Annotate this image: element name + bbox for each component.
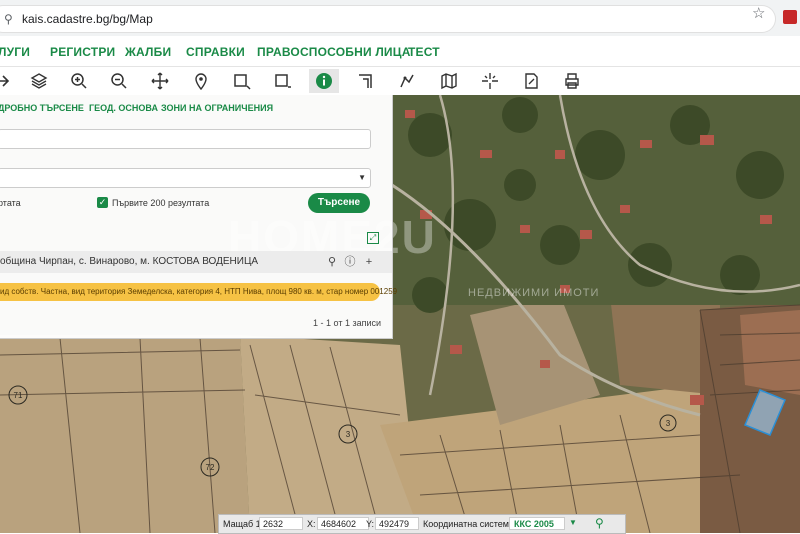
result-row-text: ид собств. Частна, вид територия Земедел… [0,287,398,296]
site-info-icon[interactable]: ⚲ [4,12,13,26]
result-header: община Чирпан, с. Винарово, м. КОСТОВА В… [0,251,392,273]
search-select[interactable]: ▼ [0,168,371,188]
map-toolbar [0,67,800,96]
crs-select[interactable]: ККС 2005 [509,517,565,530]
x-label: X: [307,519,316,529]
tab-restriction-zones[interactable]: ЗОНИ НА ОГРАНИЧЕНИЯ [161,103,273,113]
first200-checkbox[interactable]: ✓ [97,197,108,208]
browser-bar: ⚲ kais.cadastre.bg/bg/Map ☆ [0,0,800,37]
search-input[interactable] [0,129,371,149]
tab-geod-basis[interactable]: ГЕОД. ОСНОВА [89,103,158,113]
chevron-down-icon[interactable]: ▼ [569,518,577,527]
map-label: 72 [206,463,215,472]
tab-detailed-search[interactable]: ДРОБНО ТЪРСЕНЕ [0,103,84,113]
menu-item-uslugi[interactable]: ЛУГИ [0,45,30,59]
angle-icon[interactable] [351,69,381,93]
scale-label: Мащаб 1: [223,519,264,529]
menu-item-spravki[interactable]: СПРАВКИ [186,45,245,59]
arrow-icon[interactable] [0,69,16,93]
pan-icon[interactable] [145,69,175,93]
address-bar[interactable]: ⚲ kais.cadastre.bg/bg/Map [0,6,775,32]
menu-item-test[interactable]: ТЕСТ [408,45,440,59]
map-label: 3 [346,430,351,439]
y-coord: 492479 [375,517,419,530]
cross-icon[interactable] [475,69,505,93]
menu-item-registri[interactable]: РЕГИСТРИ [50,45,115,59]
y-label: Y: [366,519,375,529]
zoom-in-icon[interactable] [64,69,94,93]
results-label: ртата [0,198,21,208]
main-menu: ЛУГИ РЕГИСТРИ ЖАЛБИ СПРАВКИ ПРАВОСПОСОБН… [0,36,800,67]
result-row[interactable]: ид собств. Частна, вид територия Земедел… [0,283,397,301]
measure-rect-icon[interactable] [268,69,298,93]
print-icon[interactable] [557,69,587,93]
expand-icon[interactable]: ⤢ [367,232,379,244]
status-bar: Мащаб 1: 2632 X: 4684602 Y: 492479 Коорд… [218,514,626,534]
zoom-out-icon[interactable] [104,69,134,93]
url-text[interactable]: kais.cadastre.bg/bg/Map [22,12,153,26]
plus-icon[interactable]: + [362,255,376,269]
search-panel: ДРОБНО ТЪРСЕНЕ ГЕОД. ОСНОВА ЗОНИ НА ОГРА… [0,95,397,339]
bookmark-star-icon[interactable]: ☆ [752,4,765,22]
menu-item-pravosposobni-lica[interactable]: ПРАВОСПОСОБНИ ЛИЦА [257,45,411,59]
pin-icon[interactable] [186,69,216,93]
edit-icon[interactable] [516,69,546,93]
draw-icon[interactable] [392,69,422,93]
scale-input[interactable]: 2632 [259,517,303,530]
search-button[interactable]: Търсене [308,193,370,213]
search-icon[interactable]: ⚲ [595,516,604,530]
info-icon[interactable] [309,69,339,93]
watermark-subtitle: НЕДВИЖИМИ ИМОТИ [468,287,600,299]
search-icon[interactable]: ⚲ [325,255,339,269]
chevron-down-icon[interactable]: ▼ [358,173,366,182]
layers-icon[interactable] [24,69,54,93]
map-label: 3 [666,419,671,428]
map-icon[interactable] [434,69,464,93]
pager: 1 - 1 от 1 записи [313,318,382,328]
crs-label: Координатна система: [423,519,517,529]
info-circle-icon[interactable]: ⓘ [343,255,357,269]
select-rect-icon[interactable] [227,69,257,93]
menu-item-zhalbi[interactable]: ЖАЛБИ [125,45,171,59]
first200-label: Първите 200 резултата [112,198,210,208]
x-coord: 4684602 [317,517,369,530]
map-label: 71 [14,391,23,400]
result-location: община Чирпан, с. Винарово, м. КОСТОВА В… [0,256,259,267]
extension-icon[interactable] [783,10,797,24]
